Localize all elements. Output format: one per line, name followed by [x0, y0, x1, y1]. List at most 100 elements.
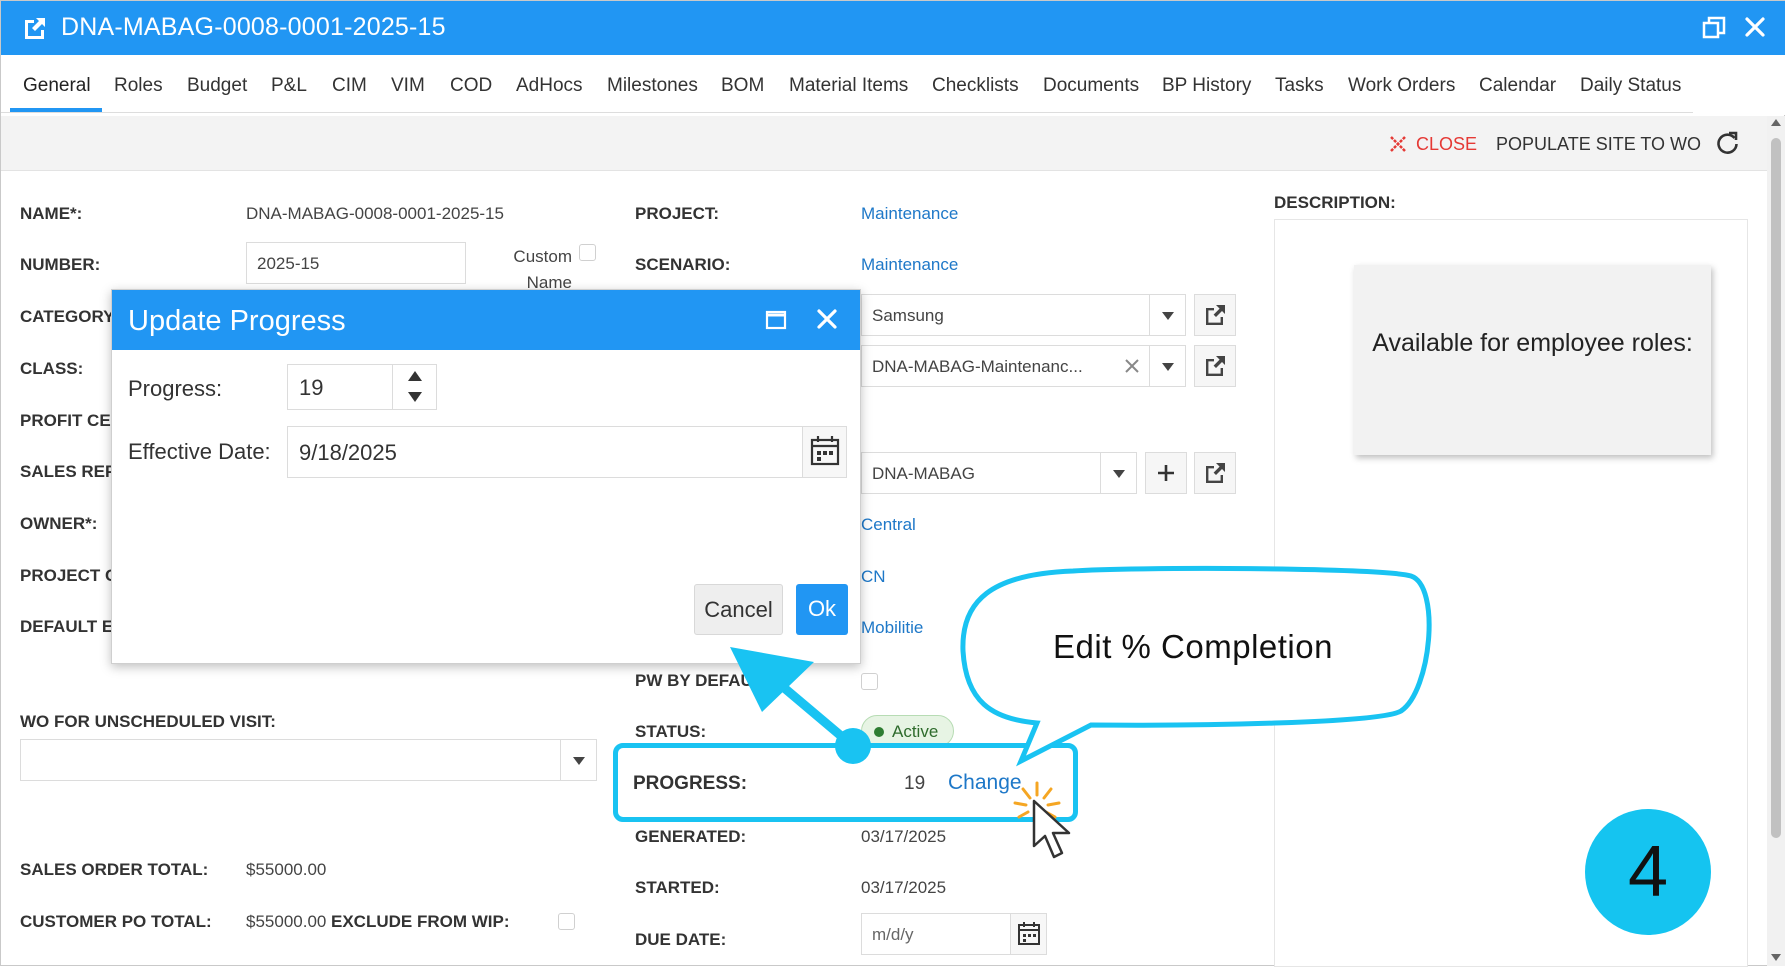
external-link-icon[interactable]	[21, 14, 49, 42]
effective-date-input[interactable]: 9/18/2025	[287, 426, 847, 478]
location-value: DNA-MABAG	[872, 464, 975, 483]
close-icon[interactable]	[814, 306, 840, 332]
generated-value: 03/17/2025	[861, 827, 947, 846]
number-label: NUMBER:	[20, 255, 101, 274]
sales-rep-label: SALES REP:	[20, 462, 123, 481]
tab-calendar[interactable]: Calendar	[1479, 75, 1556, 97]
dropdown-arrow-icon[interactable]	[1100, 453, 1136, 493]
market-link[interactable]: Mobilitie	[861, 618, 923, 638]
status-value: Active	[892, 722, 939, 741]
open-location-button[interactable]	[1194, 452, 1236, 494]
add-location-button[interactable]	[1145, 452, 1187, 494]
dropdown-arrow-icon[interactable]	[560, 740, 596, 780]
tab-divider	[1, 112, 1693, 113]
location-select[interactable]: DNA-MABAG	[861, 452, 1137, 494]
started-label: STARTED:	[635, 878, 720, 897]
due-date-input[interactable]: m/d/y	[861, 913, 1047, 955]
tab-checklists[interactable]: Checklists	[932, 75, 1019, 97]
customer-select[interactable]: Samsung	[861, 294, 1186, 336]
description-label: DESCRIPTION:	[1274, 193, 1396, 212]
close-x-icon[interactable]	[1387, 133, 1409, 155]
calendar-icon	[1018, 922, 1040, 945]
plus-icon	[1158, 465, 1174, 481]
step-number-badge: 4	[1585, 809, 1711, 935]
site-select[interactable]: DNA-MABAG-Maintenanc...	[861, 345, 1186, 387]
effective-date-label: Effective Date:	[128, 439, 271, 464]
scrollbar-thumb[interactable]	[1771, 138, 1781, 838]
open-site-button[interactable]	[1194, 345, 1236, 387]
exclude-wip-checkbox[interactable]	[558, 913, 575, 930]
region-link[interactable]: Central	[861, 515, 916, 535]
tab-daily-status[interactable]: Daily Status	[1580, 75, 1681, 97]
cancel-button[interactable]: Cancel	[694, 584, 783, 635]
category-label: CATEGORY	[20, 307, 115, 326]
tab-milestones[interactable]: Milestones	[607, 75, 698, 97]
dialog-title: Update Progress	[128, 305, 346, 337]
ok-button[interactable]: Ok	[796, 584, 848, 635]
work-order-window: DNA-MABAG-0008-0001-2025-15 General Role…	[0, 0, 1785, 967]
clear-x-icon[interactable]	[1124, 358, 1140, 374]
progress-highlight-box	[613, 743, 1078, 822]
customer-po-total-value: $55000.00	[246, 912, 327, 931]
due-date-placeholder: m/d/y	[872, 925, 914, 944]
dialog-header: Update Progress	[112, 290, 860, 350]
tab-cod[interactable]: COD	[450, 75, 492, 97]
due-date-label: DUE DATE:	[635, 930, 727, 949]
decrement-arrow-icon[interactable]	[408, 392, 422, 402]
site-value: DNA-MABAG-Maintenanc...	[872, 357, 1083, 376]
dropdown-arrow-icon[interactable]	[1149, 346, 1185, 386]
populate-site-to-wo-button[interactable]: POPULATE SITE TO WO	[1496, 134, 1701, 155]
callout-text: Edit % Completion	[1053, 628, 1333, 665]
close-button[interactable]: CLOSE	[1416, 134, 1477, 155]
sales-order-total-label: SALES ORDER TOTAL:	[20, 860, 209, 879]
scroll-up-arrow-icon[interactable]	[1771, 119, 1781, 126]
refresh-icon[interactable]	[1714, 130, 1741, 157]
step-number: 4	[1627, 832, 1669, 912]
toolbar: CLOSE POPULATE SITE TO WO	[1, 116, 1767, 171]
due-date-calendar-button[interactable]	[1010, 914, 1046, 954]
exclude-wip-label: EXCLUDE FROM WIP:	[331, 912, 510, 931]
progress-stepper[interactable]: 19	[287, 364, 437, 410]
customer-po-total-label: CUSTOMER PO TOTAL:	[20, 912, 212, 931]
restore-window-icon[interactable]	[1701, 15, 1727, 41]
stepper-buttons[interactable]	[392, 365, 436, 409]
tab-cim[interactable]: CIM	[332, 75, 367, 97]
dropdown-arrow-icon[interactable]	[1149, 295, 1185, 335]
pw-default-label: PW BY DEFAU	[635, 671, 753, 690]
tab-material-items[interactable]: Material Items	[789, 75, 908, 97]
open-customer-button[interactable]	[1194, 294, 1236, 336]
increment-arrow-icon[interactable]	[408, 371, 422, 381]
tab-documents[interactable]: Documents	[1043, 75, 1139, 97]
employee-roles-text: Available for employee roles:	[1372, 329, 1693, 357]
tab-bar: General Roles Budget P&L CIM VIM COD AdH…	[1, 55, 1785, 115]
scroll-down-arrow-icon[interactable]	[1771, 954, 1781, 961]
tab-tasks[interactable]: Tasks	[1275, 75, 1324, 97]
tab-work-orders[interactable]: Work Orders	[1348, 75, 1455, 97]
tab-vim[interactable]: VIM	[391, 75, 425, 97]
external-link-icon	[1206, 356, 1225, 376]
effective-date-calendar-button[interactable]	[802, 427, 846, 477]
pw-default-checkbox[interactable]	[861, 673, 878, 690]
project-link[interactable]: Maintenance	[861, 204, 958, 224]
tab-budget[interactable]: Budget	[187, 75, 247, 97]
update-progress-dialog: Update Progress Progress: 19 Effective D…	[111, 289, 861, 664]
custom-name-checkbox[interactable]	[579, 244, 596, 261]
tab-adhocs[interactable]: AdHocs	[516, 75, 583, 97]
country-link[interactable]: CN	[861, 567, 886, 587]
maximize-icon[interactable]	[764, 308, 788, 332]
number-input[interactable]: 2025-15	[246, 242, 466, 284]
name-value: DNA-MABAG-0008-0001-2025-15	[246, 204, 504, 223]
scenario-link[interactable]: Maintenance	[861, 255, 958, 275]
employee-roles-card: Available for employee roles:	[1354, 265, 1711, 455]
tab-bom[interactable]: BOM	[721, 75, 764, 97]
tab-pl[interactable]: P&L	[271, 75, 307, 97]
calendar-icon	[810, 436, 840, 466]
customer-value: Samsung	[872, 306, 944, 325]
vertical-scrollbar[interactable]	[1767, 116, 1785, 966]
tab-roles[interactable]: Roles	[114, 75, 163, 97]
close-icon[interactable]	[1741, 13, 1769, 41]
tab-general[interactable]: General	[23, 75, 91, 97]
status-label: STATUS:	[635, 722, 707, 741]
wo-unscheduled-select[interactable]	[20, 739, 597, 781]
tab-bp-history[interactable]: BP History	[1162, 75, 1251, 97]
